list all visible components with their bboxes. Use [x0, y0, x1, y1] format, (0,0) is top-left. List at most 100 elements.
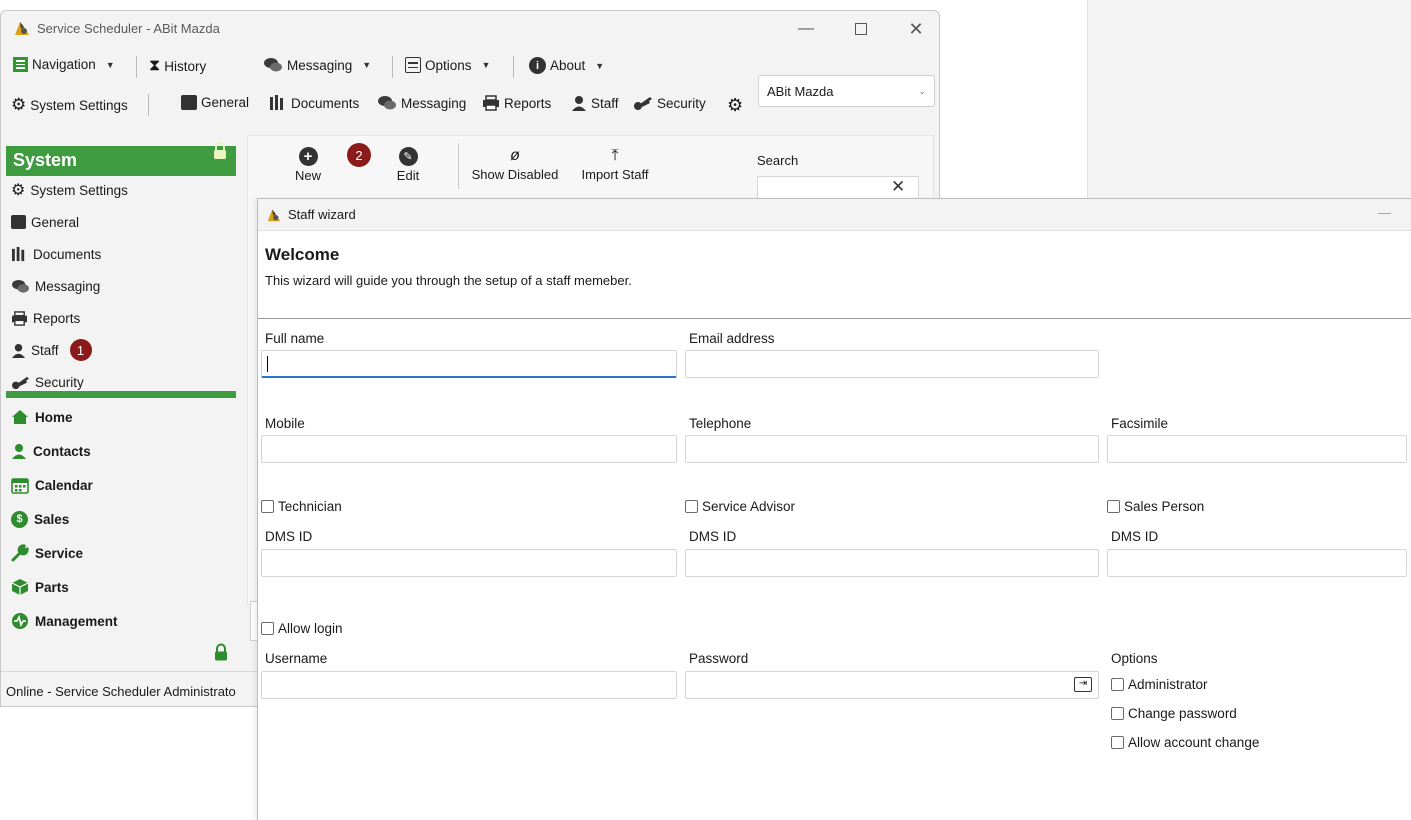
toolbar-security[interactable]: Security — [633, 95, 706, 111]
lock-icon[interactable] — [212, 142, 228, 160]
nav-label: Parts — [35, 579, 69, 595]
lock-icon[interactable] — [213, 643, 229, 662]
app-logo-icon — [267, 209, 281, 221]
email-input[interactable] — [685, 350, 1099, 378]
sidebar-splitter[interactable] — [6, 391, 236, 398]
divider — [513, 56, 514, 78]
toolbar-settings-gear[interactable]: ⚙ — [727, 95, 743, 116]
toolbar-reports[interactable]: Reports — [482, 95, 551, 111]
navigation-icon — [13, 57, 28, 72]
service-advisor-label: Service Advisor — [702, 499, 796, 514]
telephone-input[interactable] — [685, 435, 1099, 463]
general-label: General — [201, 95, 250, 110]
full-name-input[interactable] — [261, 350, 677, 378]
service-advisor-dms-id-input[interactable] — [685, 549, 1099, 577]
divider — [148, 94, 149, 116]
sidebar-item-reports[interactable]: Reports — [11, 305, 80, 331]
import-staff-button[interactable]: ⤒ Import Staff — [573, 147, 657, 182]
edit-button[interactable]: ✎ Edit — [383, 147, 433, 183]
sales-person-dms-id-input[interactable] — [1107, 549, 1407, 577]
administrator-label: Administrator — [1128, 677, 1208, 692]
maximize-icon[interactable] — [846, 23, 876, 35]
mobile-input[interactable] — [261, 435, 677, 463]
info-icon: i — [529, 57, 546, 74]
sidebar-item-documents[interactable]: Documents — [11, 241, 101, 267]
sidebar-item-staff[interactable]: Staff 1 — [11, 337, 92, 363]
new-button[interactable]: + New — [283, 147, 333, 183]
sales-person-checkbox[interactable]: Sales Person — [1107, 499, 1204, 514]
divider — [392, 56, 393, 78]
calendar-icon — [11, 478, 29, 494]
nav-label: Contacts — [33, 443, 91, 459]
messaging-menu[interactable]: Messaging ▼ — [263, 57, 371, 73]
toolbar-messaging[interactable]: Messaging — [377, 95, 466, 111]
navigation-menu[interactable]: Navigation ▼ — [13, 57, 115, 72]
sidebar-header: System — [6, 146, 236, 176]
administrator-checkbox[interactable]: Administrator — [1111, 677, 1208, 692]
toolbar-staff[interactable]: Staff — [571, 95, 619, 111]
window-title: Service Scheduler - ABit Mazda — [37, 20, 220, 36]
nav-service[interactable]: Service — [11, 539, 83, 567]
sidebar-item-general[interactable]: General — [11, 209, 79, 235]
password-input[interactable]: ⇥ — [685, 671, 1099, 699]
wizard-subtitle: This wizard will guide you through the s… — [265, 273, 632, 288]
documents-label: Documents — [291, 95, 360, 111]
technician-checkbox[interactable]: Technician — [261, 499, 342, 514]
options-label: Options — [1111, 651, 1158, 666]
navigation-label: Navigation — [32, 57, 96, 72]
clear-search-icon[interactable]: ✕ — [891, 177, 905, 197]
nav-parts[interactable]: Parts — [11, 573, 69, 601]
security-label: Security — [657, 95, 706, 111]
change-password-checkbox[interactable]: Change password — [1111, 706, 1237, 721]
username-label: Username — [265, 651, 328, 666]
title-bar: Service Scheduler - ABit Mazda — [13, 19, 220, 37]
nav-label: Sales — [34, 511, 70, 527]
about-label: About — [550, 58, 586, 73]
chevron-down-icon: ▼ — [362, 60, 372, 70]
documents-icon — [12, 246, 25, 261]
edit-label: Edit — [396, 168, 420, 183]
sidebar-item-messaging[interactable]: Messaging — [11, 273, 100, 299]
messaging-label: Messaging — [287, 57, 353, 73]
password-reveal-icon[interactable]: ⇥ — [1074, 677, 1092, 692]
about-menu[interactable]: i About ▼ — [529, 57, 604, 74]
toolbar-system-settings[interactable]: ⚙ System Settings — [11, 95, 128, 115]
username-input[interactable] — [261, 671, 677, 699]
sidebar-header-label: System — [13, 150, 78, 170]
minimize-icon[interactable]: — — [1378, 205, 1391, 220]
options-menu[interactable]: Options ▼ — [405, 57, 490, 73]
nav-management[interactable]: Management — [11, 607, 118, 635]
close-icon[interactable]: ✕ — [901, 19, 931, 40]
pulse-icon — [12, 613, 28, 629]
service-advisor-checkbox[interactable]: Service Advisor — [685, 499, 795, 514]
sidebar-item-system-settings[interactable]: ⚙ System Settings — [11, 177, 128, 203]
toolbar-general[interactable]: General — [181, 95, 249, 110]
dms-id-label: DMS ID — [1111, 529, 1159, 544]
technician-dms-id-input[interactable] — [261, 549, 677, 577]
history-menu[interactable]: ⧗ History — [149, 57, 206, 75]
nav-home[interactable]: Home — [11, 403, 73, 431]
sales-person-label: Sales Person — [1124, 499, 1205, 514]
show-disabled-button[interactable]: ø Show Disabled — [465, 147, 565, 182]
eye-off-icon: ø — [510, 147, 520, 164]
wrench-icon — [11, 544, 29, 562]
chat-bubbles-icon — [12, 279, 29, 293]
checkbox-icon — [1111, 736, 1124, 749]
step-badge: 1 — [69, 339, 92, 361]
person-icon — [12, 444, 26, 459]
allow-login-checkbox[interactable]: Allow login — [261, 621, 343, 636]
site-select[interactable]: ABit Mazda ⌄ — [758, 75, 935, 107]
facsimile-input[interactable] — [1107, 435, 1407, 463]
nav-sales[interactable]: $ Sales — [11, 505, 69, 533]
toolbar-documents[interactable]: Documents — [269, 95, 359, 111]
dms-id-label: DMS ID — [689, 529, 737, 544]
chat-bubbles-icon — [264, 58, 282, 72]
minimize-icon[interactable]: — — [791, 20, 821, 38]
nav-calendar[interactable]: Calendar — [11, 471, 93, 499]
sidebar-item-label: Staff — [31, 342, 59, 358]
nav-contacts[interactable]: Contacts — [11, 437, 91, 465]
sidebar-item-label: Reports — [33, 310, 81, 326]
show-disabled-label: Show Disabled — [471, 167, 559, 182]
allow-account-change-checkbox[interactable]: Allow account change — [1111, 735, 1259, 750]
person-icon — [11, 343, 26, 358]
